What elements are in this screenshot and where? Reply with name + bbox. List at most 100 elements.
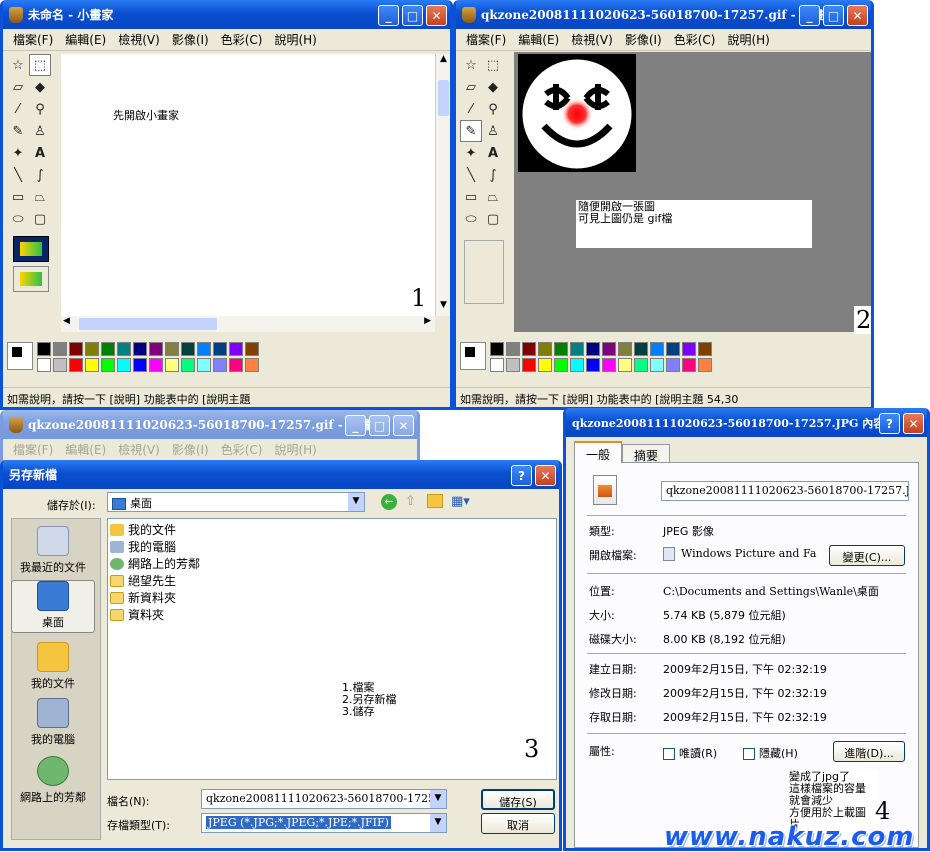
menu-help[interactable]: 說明(H) [721,31,775,48]
rounded-rect-icon[interactable]: ▢ [482,208,504,230]
palette-swatch[interactable] [602,342,616,356]
palette-swatch[interactable] [618,358,632,372]
menu-colors[interactable]: 色彩(C) [215,31,269,48]
palette-swatch[interactable] [85,358,99,372]
palette-swatch[interactable] [490,342,504,356]
brush-icon[interactable]: ♙ [29,120,51,142]
text-icon[interactable]: A [29,142,51,164]
palette-swatch[interactable] [650,358,664,372]
list-item[interactable]: 網路上的芳鄰 [110,555,554,572]
airbrush-icon[interactable]: ✦ [7,142,29,164]
palette-swatch[interactable] [698,358,712,372]
palette-swatch[interactable] [229,358,243,372]
horizontal-scrollbar[interactable]: ◀ ▶ [61,316,435,332]
palette-swatch[interactable] [229,342,243,356]
menu-help[interactable]: 說明(H) [268,31,322,48]
list-item[interactable]: 新資料夾 [110,589,554,606]
palette-swatch[interactable] [69,342,83,356]
menu-file[interactable]: 檔案(F) [460,31,512,48]
eraser-icon[interactable]: ▱ [7,76,29,98]
magnifier-icon[interactable]: ⚲ [482,98,504,120]
airbrush-icon[interactable]: ✦ [460,142,482,164]
close-button[interactable]: ✕ [903,413,924,434]
close-button[interactable]: ✕ [426,5,447,26]
palette-swatch[interactable] [618,342,632,356]
title-bar[interactable]: qkzone20081111020623-56018700-17257.gif … [3,410,417,439]
palette-swatch[interactable] [522,342,536,356]
eyedropper-icon[interactable]: ⁄ [7,98,29,120]
list-item[interactable]: 資料夾 [110,606,554,623]
rectangle-icon[interactable]: ▭ [7,186,29,208]
pencil-icon[interactable]: ✎ [460,120,482,142]
ellipse-icon[interactable]: ⬭ [460,208,482,230]
palette-swatch[interactable] [538,358,552,372]
place-desktop[interactable]: 桌面 [11,580,95,633]
palette-swatch[interactable] [586,358,600,372]
text-icon[interactable]: A [482,142,504,164]
back-icon[interactable]: ← [381,494,397,510]
place-my-documents[interactable]: 我的文件 [11,642,95,691]
palette-swatch[interactable] [149,342,163,356]
menu-image[interactable]: 影像(I) [619,31,668,48]
title-bar[interactable]: qkzone20081111020623-56018700-17257.gif … [456,0,871,29]
palette-swatch[interactable] [506,358,520,372]
magnifier-icon[interactable]: ⚲ [29,98,51,120]
free-select-icon[interactable]: ☆ [7,54,29,76]
palette-swatch[interactable] [117,358,131,372]
palette-swatch[interactable] [586,342,600,356]
palette-swatch[interactable] [85,342,99,356]
palette-swatch[interactable] [634,342,648,356]
new-folder-icon[interactable] [427,494,443,508]
palette-swatch[interactable] [650,342,664,356]
curve-icon[interactable]: ∫ [482,164,504,186]
menu-help[interactable]: 說明(H) [268,441,322,458]
close-button[interactable]: ✕ [535,465,556,486]
pencil-icon[interactable]: ✎ [7,120,29,142]
color-palette[interactable] [490,342,712,372]
palette-swatch[interactable] [666,342,680,356]
palette-swatch[interactable] [53,342,67,356]
palette-swatch[interactable] [37,342,51,356]
advanced-button[interactable]: 進階(D)... [833,741,905,762]
polygon-icon[interactable]: ⏢ [29,186,51,208]
menu-file[interactable]: 檔案(F) [7,31,59,48]
tab-general[interactable]: 一般 [574,441,622,463]
menu-view[interactable]: 檢視(V) [565,31,619,48]
tool-option-transparent-icon[interactable] [13,266,49,292]
palette-swatch[interactable] [570,342,584,356]
clown-face-image[interactable] [518,54,636,172]
views-menu-icon[interactable]: ▦▾ [451,494,470,509]
palette-swatch[interactable] [213,358,227,372]
menu-image[interactable]: 影像(I) [166,441,215,458]
menu-image[interactable]: 影像(I) [166,31,215,48]
palette-swatch[interactable] [149,358,163,372]
save-button[interactable]: 儲存(S) [481,789,555,810]
minimize-button[interactable]: _ [378,5,399,26]
menu-edit[interactable]: 編輯(E) [59,31,112,48]
palette-swatch[interactable] [165,358,179,372]
line-icon[interactable]: ╲ [7,164,29,186]
fill-icon[interactable]: ◆ [29,76,51,98]
menu-colors[interactable]: 色彩(C) [668,31,722,48]
curve-icon[interactable]: ∫ [29,164,51,186]
palette-swatch[interactable] [554,342,568,356]
menu-view[interactable]: 檢視(V) [112,31,166,48]
place-recent[interactable]: 我最近的文件 [11,526,95,575]
filename-input[interactable]: qkzone20081111020623-56018700-17257 ▼ [201,789,447,809]
file-list[interactable]: 我的文件 我的電腦 網路上的芳鄰 絕望先生 新資料夾 資料夾 1.檔案 2.另存… [107,518,557,780]
menu-view[interactable]: 檢視(V) [112,441,166,458]
palette-swatch[interactable] [682,342,696,356]
filetype-dropdown[interactable]: JPEG (*.JPG;*.JPEG;*.JPE;*.JFIF) ▼ [201,813,447,833]
palette-swatch[interactable] [634,358,648,372]
help-button[interactable]: ? [511,465,532,486]
tab-summary[interactable]: 摘要 [622,444,670,463]
palette-swatch[interactable] [197,358,211,372]
list-item[interactable]: 我的電腦 [110,538,554,555]
eyedropper-icon[interactable]: ⁄ [460,98,482,120]
palette-swatch[interactable] [666,358,680,372]
palette-swatch[interactable] [213,342,227,356]
rect-select-icon[interactable]: ⬚ [482,54,504,76]
rounded-rect-icon[interactable]: ▢ [29,208,51,230]
palette-swatch[interactable] [570,358,584,372]
palette-swatch[interactable] [181,358,195,372]
